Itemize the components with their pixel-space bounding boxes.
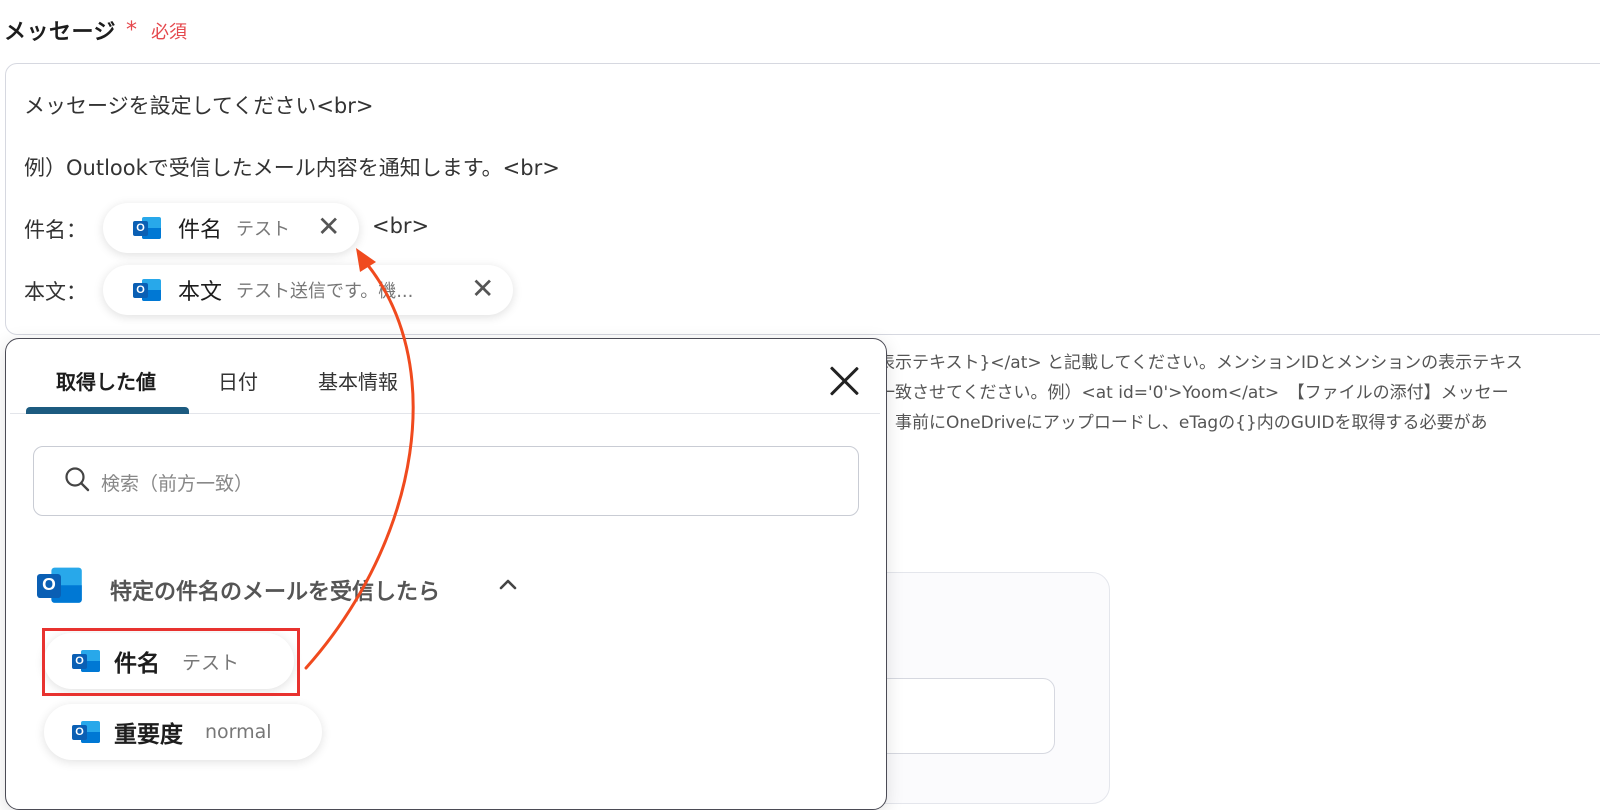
pill-value: テスト [236, 219, 291, 240]
active-tab-indicator [26, 407, 189, 414]
tab-date[interactable]: 日付 [218, 366, 258, 395]
variable-item-importance[interactable]: O 重要度 normal [44, 704, 322, 760]
tab-acquired-values[interactable]: 取得した値 [56, 366, 156, 395]
message-line-1: メッセージを設定してください<br> [24, 94, 374, 118]
br-tag-text: <br> [372, 214, 430, 238]
help-text-line: 表示テキスト}</at> と記載してください。メンションIDとメンションの表示テ… [878, 353, 1523, 373]
field-label: メッセージ [4, 20, 117, 45]
help-text-line: 一致させてください。例）<at id='0'>Yoom</at> 【ファイルの添… [878, 383, 1509, 403]
search-placeholder: 検索（前方一致） [101, 473, 254, 495]
required-mark: * [126, 18, 137, 43]
outlook-icon: O [133, 278, 161, 302]
remove-pill-icon[interactable]: ✕ [471, 275, 494, 303]
help-text-line: 。事前にOneDriveにアップロードし、eTagの{}内のGUIDを取得する必… [878, 413, 1488, 433]
pill-name: 件名 [178, 218, 223, 243]
subject-label: 件名： [24, 218, 87, 242]
pill-name: 本文 [178, 280, 223, 305]
subject-variable-pill[interactable]: O 件名 テスト ✕ [103, 203, 359, 253]
outlook-icon: O [72, 720, 100, 744]
body-label: 本文： [24, 280, 87, 304]
remove-pill-icon[interactable]: ✕ [317, 213, 340, 241]
chevron-up-icon[interactable] [498, 574, 518, 594]
message-line-2: 例）Outlookで受信したメール内容を通知します。<br> [24, 156, 560, 180]
search-icon [65, 467, 90, 492]
pill-value: テスト送信です。機... [236, 281, 414, 302]
close-icon[interactable] [825, 362, 863, 400]
tab-basic-info[interactable]: 基本情報 [318, 366, 398, 395]
item-name: 重要度 [114, 722, 183, 748]
highlight-box [42, 628, 300, 696]
item-value: normal [205, 721, 272, 743]
outlook-icon: O [133, 216, 161, 240]
body-variable-pill[interactable]: O 本文 テスト送信です。機... ✕ [103, 265, 513, 315]
background-input[interactable] [860, 678, 1055, 754]
trigger-group-header[interactable]: 特定の件名のメールを受信したら [110, 574, 440, 606]
outlook-icon: O [37, 566, 82, 604]
required-text: 必須 [151, 22, 187, 43]
